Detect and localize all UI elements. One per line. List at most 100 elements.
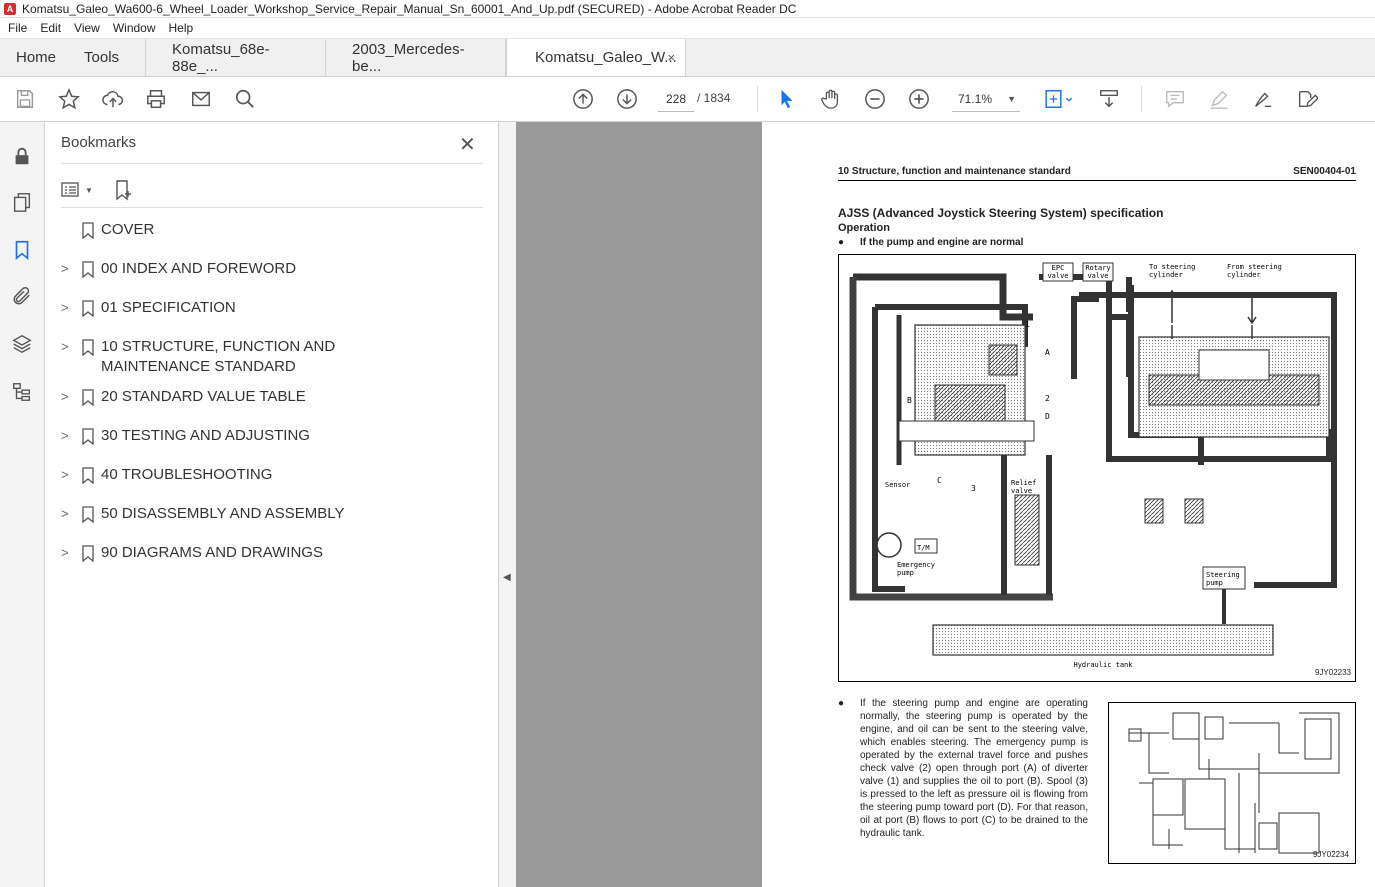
toolbar-divider (1141, 86, 1142, 112)
tab-close-icon[interactable]: × (667, 50, 675, 65)
chevron-right-icon[interactable]: > (61, 465, 81, 485)
bookmark-icon (81, 543, 101, 568)
chevron-right-icon[interactable]: > (61, 337, 81, 357)
print-icon[interactable] (144, 87, 168, 111)
figure-id: 9JY02234 (1312, 850, 1349, 859)
layers-icon[interactable] (10, 332, 34, 356)
navigation-rail (0, 122, 45, 887)
header-rule (838, 180, 1356, 181)
bookmark-label: 10 STRUCTURE, FUNCTION AND MAINTENANCE S… (101, 338, 336, 375)
email-icon[interactable] (189, 87, 213, 111)
tab-home-label: Home (16, 49, 57, 66)
bookmark-panel-icon[interactable] (10, 238, 34, 262)
fill-sign-icon[interactable] (1295, 87, 1319, 111)
bookmarks-toolbar: ▼ (61, 176, 135, 204)
bookmark-options-icon[interactable]: ▼ (61, 181, 93, 199)
panel-splitter[interactable]: ◀ (498, 122, 516, 887)
to-steering-cylinder-label: To steering (1149, 263, 1195, 271)
bookmark-icon (81, 504, 101, 529)
tab-document-label: Komatsu_Galeo_W... (535, 49, 677, 66)
body-paragraph: ● If the steering pump and engine are op… (838, 697, 1088, 840)
acrobat-icon: A (4, 2, 16, 15)
label-c: C (937, 476, 942, 485)
next-page-icon[interactable] (615, 87, 639, 111)
bookmark-item[interactable]: > 30 TESTING AND ADJUSTING (61, 424, 491, 453)
search-icon[interactable] (233, 87, 257, 111)
bookmark-item[interactable]: > 10 STRUCTURE, FUNCTION AND MAINTENANCE… (61, 335, 491, 379)
chevron-right-icon[interactable]: > (61, 504, 81, 524)
figure-id: 9JY02233 (1314, 668, 1351, 677)
bookmark-icon (81, 337, 101, 362)
zoom-level-dropdown[interactable]: 71.1% ▼ (952, 86, 1020, 112)
emergency-pump-label: Emergency (897, 561, 935, 569)
zoom-out-icon[interactable] (863, 87, 887, 111)
tab-bar: Home Tools Komatsu_68e-88e_... 2003_Merc… (0, 39, 1375, 77)
hydraulic-schematic: EPC valve Rotary valve To steering cylin… (849, 262, 1337, 669)
chevron-right-icon[interactable]: > (61, 298, 81, 318)
bookmark-icon (81, 465, 101, 490)
sign-icon[interactable] (1251, 87, 1275, 111)
tab-document-label: Komatsu_68e-88e_... (172, 40, 270, 75)
bookmarks-panel: Bookmarks ✕ ▼ COVER > 00 INDEX AND FOREW… (45, 122, 498, 887)
tab-tools[interactable]: Tools (70, 39, 147, 76)
chevron-right-icon[interactable]: > (61, 387, 81, 407)
attachment-icon[interactable] (10, 284, 34, 308)
bookmark-icon (81, 259, 101, 284)
bookmark-label: 01 SPECIFICATION (101, 299, 236, 316)
chevron-right-icon[interactable]: > (61, 259, 81, 279)
label-b: B (907, 396, 912, 405)
tab-document-1[interactable]: Komatsu_68e-88e_... (146, 39, 327, 76)
previous-page-icon[interactable] (571, 87, 595, 111)
close-icon[interactable]: ✕ (459, 132, 476, 157)
bookmark-item[interactable]: > 00 INDEX AND FOREWORD (61, 257, 491, 286)
hand-tool-icon[interactable] (819, 87, 843, 111)
from-steering-cylinder-label: From steering (1227, 263, 1282, 271)
page-header-left: 10 Structure, function and maintenance s… (838, 166, 1071, 177)
page-total: / 1834 (697, 91, 731, 105)
sensor-label: Sensor (885, 481, 910, 489)
upload-cloud-icon[interactable] (101, 87, 125, 111)
menu-view[interactable]: View (74, 21, 100, 35)
collapse-arrow-icon[interactable]: ◀ (503, 572, 511, 583)
select-cursor-icon[interactable] (775, 87, 799, 111)
page-thumbnails-icon[interactable] (10, 190, 34, 214)
highlight-pen-icon[interactable] (1207, 87, 1231, 111)
bookmark-label: 20 STANDARD VALUE TABLE (101, 388, 306, 405)
label-2: 2 (1045, 394, 1050, 403)
lock-icon[interactable] (10, 144, 34, 168)
bullet-line: ● If the pump and engine are normal (838, 237, 1023, 248)
fit-page-icon[interactable] (1042, 87, 1076, 111)
save-icon[interactable] (13, 87, 37, 111)
steering-pump-label: pump (1206, 579, 1223, 587)
tab-document-2[interactable]: 2003_Mercedes-be... (326, 39, 507, 76)
bookmark-item[interactable]: > 20 STANDARD VALUE TABLE (61, 385, 491, 414)
menu-window[interactable]: Window (113, 21, 156, 35)
menu-edit[interactable]: Edit (40, 21, 61, 35)
comment-icon[interactable] (1163, 87, 1187, 111)
chevron-down-icon: ▼ (1007, 94, 1016, 104)
tab-home[interactable]: Home (0, 39, 70, 76)
chevron-right-icon[interactable]: > (61, 543, 81, 563)
chevron-right-icon[interactable]: > (61, 426, 81, 446)
circuit-schematic (1128, 712, 1340, 854)
bookmark-icon (81, 426, 101, 451)
bullet-dot: ● (838, 237, 845, 248)
menu-file[interactable]: File (8, 21, 27, 35)
bookmark-item[interactable]: > 50 DISASSEMBLY AND ASSEMBLY (61, 502, 491, 531)
tab-tools-label: Tools (84, 49, 120, 66)
scroll-mode-icon[interactable] (1097, 87, 1121, 111)
content-tree-icon[interactable] (10, 380, 34, 404)
page-number-input[interactable] (658, 86, 694, 112)
star-icon[interactable] (57, 87, 81, 111)
bookmark-item[interactable]: > 01 SPECIFICATION (61, 296, 491, 325)
tab-document-3[interactable]: Komatsu_Galeo_W... × (506, 39, 687, 76)
bookmark-item[interactable]: > 40 TROUBLESHOOTING (61, 463, 491, 492)
menu-help[interactable]: Help (169, 21, 194, 35)
relief-valve-label: Relief (1011, 479, 1036, 487)
add-bookmark-icon[interactable] (113, 179, 135, 201)
label-d: D (1045, 412, 1050, 421)
bookmark-item[interactable]: > 90 DIAGRAMS AND DRAWINGS (61, 541, 491, 570)
bookmark-item[interactable]: COVER (61, 218, 491, 247)
zoom-in-icon[interactable] (907, 87, 931, 111)
bullet-dot: ● (838, 698, 845, 709)
